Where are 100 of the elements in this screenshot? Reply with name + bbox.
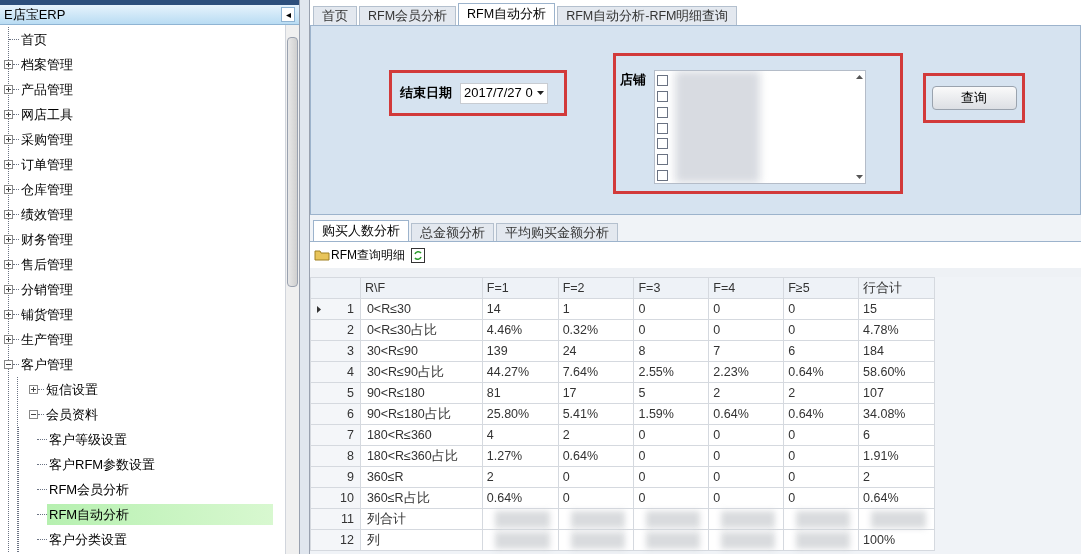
table-cell: 0 <box>708 445 784 467</box>
tab[interactable]: RFM自动分析-RFM明细查询 <box>557 6 738 25</box>
row-number: 1 <box>346 301 354 316</box>
table-cell: 24 <box>558 340 634 362</box>
collapse-icon[interactable] <box>4 360 13 369</box>
column-header[interactable]: F=4 <box>708 277 784 299</box>
tree-item[interactable]: 产品管理 <box>19 79 75 100</box>
table-cell: 180<R≤360占比 <box>360 445 483 467</box>
row-number: 12 <box>339 532 354 547</box>
tree-item[interactable]: 售后管理 <box>19 254 75 275</box>
query-button[interactable]: 查询 <box>931 86 1017 110</box>
column-header[interactable]: F≥5 <box>783 277 859 299</box>
table-cell: 2 <box>708 382 784 404</box>
table-cell: 58.60% <box>858 361 935 383</box>
table-cell: 0.64% <box>482 487 559 509</box>
date-picker[interactable]: 2017/7/27 0 <box>460 82 548 104</box>
tree-item[interactable]: 分销管理 <box>19 279 75 300</box>
tree-item[interactable]: 会员资料 <box>44 404 100 425</box>
expand-icon[interactable] <box>29 385 38 394</box>
expand-icon[interactable] <box>4 235 13 244</box>
checkbox[interactable] <box>657 122 668 134</box>
table-cell: 0 <box>708 487 784 509</box>
refresh-icon[interactable] <box>411 247 425 263</box>
tree-item[interactable]: 短信设置 <box>44 379 100 400</box>
tree-item[interactable]: 档案管理 <box>19 54 75 75</box>
column-header[interactable]: R\F <box>360 277 483 299</box>
expand-icon[interactable] <box>4 185 13 194</box>
table-cell: 14 <box>482 298 559 320</box>
tree-item[interactable]: 客户等级设置 <box>47 429 129 450</box>
collapse-button[interactable]: ◂ <box>281 7 295 22</box>
checkbox[interactable] <box>657 138 668 150</box>
table-cell: 4.78% <box>858 319 935 341</box>
expand-icon[interactable] <box>4 310 13 319</box>
expand-icon[interactable] <box>4 85 13 94</box>
tree-item[interactable]: 铺货管理 <box>19 304 75 325</box>
row-number: 9 <box>346 469 354 484</box>
tree-item[interactable]: 客户分类设置 <box>47 529 129 550</box>
tab[interactable]: 平均购买金额分析 <box>496 223 618 241</box>
table-cell: 30<R≤90 <box>360 340 483 362</box>
row-number: 11 <box>340 511 354 526</box>
checkbox[interactable] <box>657 106 668 118</box>
checkbox[interactable] <box>657 91 668 103</box>
table-cell: 列 <box>360 529 483 551</box>
expand-icon[interactable] <box>4 335 13 344</box>
table-cell: 90<R≤180占比 <box>360 403 483 425</box>
field-label: 店铺 <box>620 71 646 89</box>
collapse-icon[interactable] <box>29 410 38 419</box>
tab[interactable]: RFM会员分析 <box>359 6 457 25</box>
table-cell: 4 <box>482 424 559 446</box>
tree-item[interactable]: 绩效管理 <box>19 204 75 225</box>
row-number: 8 <box>346 448 354 463</box>
table-cell: 0 <box>708 319 784 341</box>
expand-icon[interactable] <box>4 60 13 69</box>
column-header[interactable]: F=3 <box>634 277 709 299</box>
row-number: 6 <box>346 406 354 421</box>
table-cell: 2 <box>783 382 859 404</box>
tab[interactable]: RFM自动分析 <box>458 3 556 25</box>
detail-button[interactable]: RFM查询明细 <box>314 246 405 264</box>
expand-icon[interactable] <box>4 160 13 169</box>
scrollbar[interactable] <box>285 25 299 554</box>
tab[interactable]: 购买人数分析 <box>313 220 409 241</box>
tree-item[interactable]: 生产管理 <box>19 329 75 350</box>
folder-icon <box>314 249 330 261</box>
tree-item[interactable]: 仓库管理 <box>19 179 75 200</box>
row-number: 4 <box>346 364 354 379</box>
tree-item[interactable]: 订单管理 <box>19 154 75 175</box>
caret-icon <box>536 91 544 95</box>
tree-item[interactable]: 首页 <box>19 29 49 50</box>
column-header[interactable]: 行合计 <box>858 277 935 299</box>
checkbox[interactable] <box>657 153 668 165</box>
tree-item[interactable]: 客户管理 <box>19 354 75 375</box>
expand-icon[interactable] <box>4 260 13 269</box>
table-cell: 15 <box>858 298 935 320</box>
table-cell: 0<R≤30占比 <box>360 319 483 341</box>
expand-icon[interactable] <box>4 110 13 119</box>
table-cell: 5.41% <box>558 403 634 425</box>
column-header[interactable]: F=2 <box>558 277 634 299</box>
expand-icon[interactable] <box>4 210 13 219</box>
tree-item[interactable]: 网店工具 <box>19 104 75 125</box>
tree-item[interactable]: 财务管理 <box>19 229 75 250</box>
row-number: 7 <box>346 427 354 442</box>
tree-item[interactable]: RFM自动分析 <box>47 504 273 525</box>
table-cell: 0.64% <box>558 445 634 467</box>
tab[interactable]: 首页 <box>313 6 357 25</box>
table-cell: 25.80% <box>482 403 559 425</box>
checkbox[interactable] <box>657 169 668 181</box>
tab[interactable]: 总金额分析 <box>411 223 494 241</box>
tree-item[interactable]: 采购管理 <box>19 129 75 150</box>
column-header[interactable]: F=1 <box>482 277 559 299</box>
table-cell: 0 <box>558 487 634 509</box>
checkbox[interactable] <box>657 75 668 87</box>
tree-item[interactable]: 客户RFM参数设置 <box>47 454 158 475</box>
table-cell: 7.64% <box>558 361 634 383</box>
expand-icon[interactable] <box>4 135 13 144</box>
scroll-down-icon[interactable] <box>855 175 863 179</box>
expand-icon[interactable] <box>4 285 13 294</box>
scroll-up-icon[interactable] <box>855 75 863 79</box>
table-cell: 90<R≤180 <box>360 382 483 404</box>
table-cell: 44.27% <box>482 361 559 383</box>
tree-item[interactable]: RFM会员分析 <box>47 479 132 500</box>
